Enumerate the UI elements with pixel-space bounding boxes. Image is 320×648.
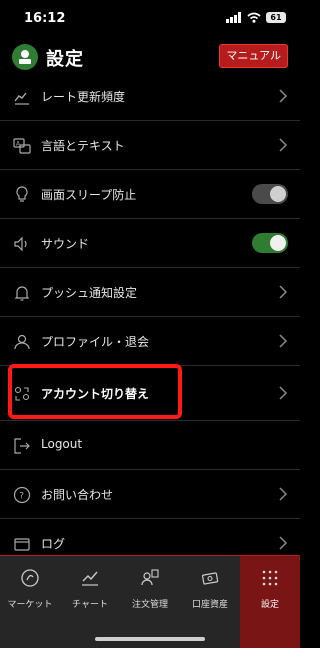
svg-text:?: ? xyxy=(19,492,24,502)
menu-item-contact[interactable]: ? お問い合わせ xyxy=(0,470,300,519)
menu-item-screen-sleep: 画面スリープ防止 xyxy=(0,170,300,219)
tab-label: チャート xyxy=(72,600,108,610)
account-switch-icon xyxy=(14,386,30,401)
chevron-right-icon xyxy=(279,138,288,152)
wifi-icon xyxy=(247,12,261,23)
page-title: 設定 xyxy=(46,49,84,70)
menu-item-sound: サウンド xyxy=(0,219,300,268)
menu-item-account-switch[interactable]: アカウント切り替え xyxy=(0,366,300,421)
assets-icon xyxy=(201,572,219,585)
tab-label: 口座資産 xyxy=(191,600,228,610)
help-icon: ? xyxy=(13,486,31,504)
menu-item-label: 画面スリープ防止 xyxy=(41,188,137,202)
menu-item-label: プロファイル・退会 xyxy=(41,335,150,349)
settings-grid-icon xyxy=(262,570,278,586)
tab-settings[interactable]: 設定 xyxy=(240,556,300,648)
signal-icon xyxy=(226,12,241,23)
menu-item-label: プッシュ通知設定 xyxy=(41,286,138,300)
status-bar: 16:12 61 xyxy=(0,0,300,38)
rate-chart-icon xyxy=(14,92,29,105)
menu-item-logout[interactable]: Logout xyxy=(0,421,300,470)
speaker-icon xyxy=(14,236,27,252)
tab-label: 注文管理 xyxy=(131,600,168,610)
chart-icon xyxy=(82,571,98,586)
menu-item-label: Logout xyxy=(41,437,83,451)
status-icons: 61 xyxy=(226,12,286,23)
sound-toggle[interactable] xyxy=(252,233,288,253)
chevron-right-icon xyxy=(279,89,288,103)
toggle-knob xyxy=(270,186,286,202)
tab-assets[interactable]: 口座資産 xyxy=(180,556,240,626)
menu-item-label: 言語とテキスト xyxy=(41,139,125,153)
menu-item-label: レート更新頻度 xyxy=(41,90,126,104)
battery-icon: 61 xyxy=(266,12,286,23)
chevron-right-icon xyxy=(279,334,288,348)
bell-icon xyxy=(14,286,30,301)
menu-item-label: ログ xyxy=(41,537,66,551)
menu-item-label: お問い合わせ xyxy=(41,488,114,502)
menu-item-profile[interactable]: プロファイル・退会 xyxy=(0,317,300,366)
lightbulb-icon xyxy=(16,186,28,202)
tab-orders[interactable]: 注文管理 xyxy=(120,556,180,626)
menu-item-rate-frequency[interactable]: レート更新頻度 xyxy=(0,72,300,121)
profile-icon xyxy=(14,334,30,350)
tab-market[interactable]: マーケット xyxy=(0,556,60,626)
tab-chart[interactable]: チャート xyxy=(60,556,120,626)
menu-item-label: アカウント切り替え xyxy=(41,387,150,401)
tab-label: マーケット xyxy=(7,600,53,610)
logout-icon xyxy=(14,438,30,454)
manual-button[interactable]: マニュアル xyxy=(219,44,288,68)
chevron-right-icon xyxy=(279,285,288,299)
tab-bar: マーケット チャート 注文管理 口座資産 設定 xyxy=(0,555,300,648)
order-icon xyxy=(141,569,159,586)
log-icon xyxy=(14,538,30,551)
screen-sleep-toggle[interactable] xyxy=(252,184,288,204)
app-logo xyxy=(12,44,38,70)
toggle-knob xyxy=(270,235,286,251)
menu-item-push-notifications[interactable]: プッシュ通知設定 xyxy=(0,268,300,317)
chevron-right-icon xyxy=(279,487,288,501)
menu-item-language[interactable]: A 言語とテキスト xyxy=(0,121,300,170)
tab-label: 設定 xyxy=(260,600,279,610)
language-icon: A xyxy=(13,138,31,154)
market-icon xyxy=(21,569,39,587)
menu-item-label: サウンド xyxy=(41,237,90,251)
chevron-right-icon xyxy=(279,386,288,400)
home-indicator[interactable] xyxy=(95,637,205,641)
status-time: 16:12 xyxy=(24,11,66,26)
chevron-right-icon xyxy=(279,536,288,550)
